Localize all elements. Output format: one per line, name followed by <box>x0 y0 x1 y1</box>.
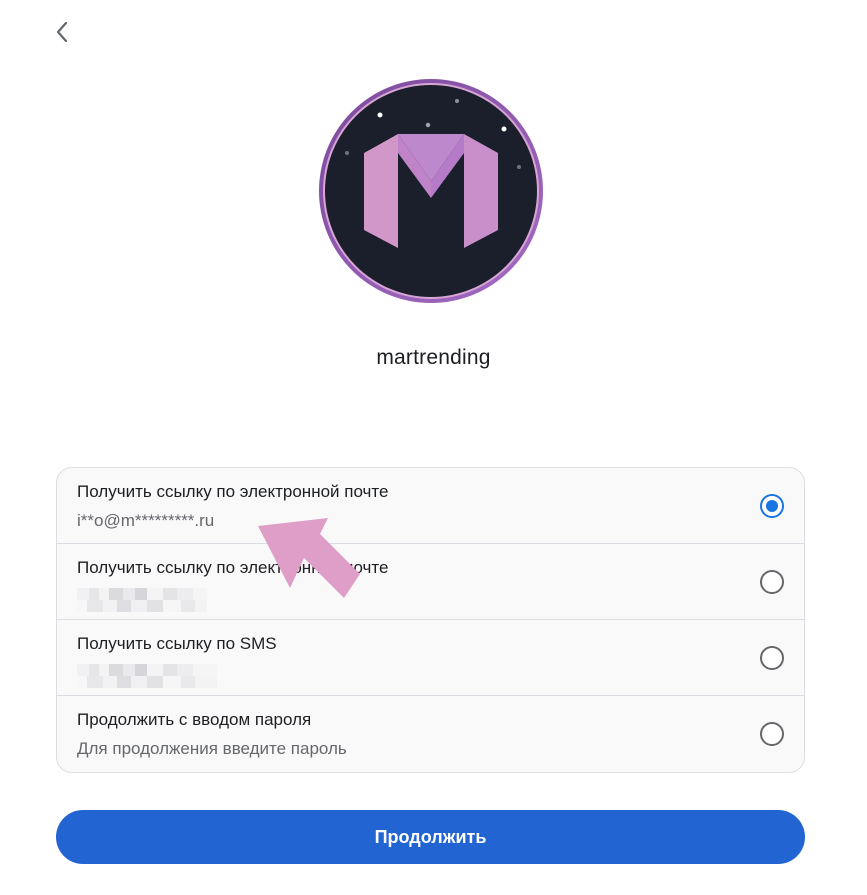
back-button[interactable] <box>48 18 76 46</box>
option-email-1[interactable]: Получить ссылку по электронной почте i**… <box>57 468 804 544</box>
option-sms[interactable]: Получить ссылку по SMS <box>57 620 804 696</box>
option-subtitle: i**o@m*********.ru <box>77 511 215 530</box>
option-title: Получить ссылку по SMS <box>77 634 277 653</box>
redacted-contact <box>77 664 217 688</box>
radio-button[interactable] <box>760 646 784 670</box>
chevron-left-icon <box>56 21 68 43</box>
radio-button[interactable] <box>760 722 784 746</box>
option-title: Получить ссылку по электронной почте <box>77 558 389 577</box>
option-email-2[interactable]: Получить ссылку по электронной почте <box>57 544 804 620</box>
brand-m-logo <box>319 79 543 303</box>
recovery-options-list: Получить ссылку по электронной почте i**… <box>56 467 805 773</box>
option-subtitle: Для продолжения введите пароль <box>77 739 347 758</box>
radio-button-selected[interactable] <box>760 494 784 518</box>
avatar <box>318 78 544 304</box>
radio-button[interactable] <box>760 570 784 594</box>
option-title: Продолжить с вводом пароля <box>77 710 312 729</box>
redacted-contact <box>77 588 207 612</box>
continue-button[interactable]: Продолжить <box>56 810 805 864</box>
option-title: Получить ссылку по электронной почте <box>77 482 389 501</box>
option-password[interactable]: Продолжить с вводом пароля Для продолжен… <box>57 696 804 772</box>
username: martrending <box>376 346 491 369</box>
